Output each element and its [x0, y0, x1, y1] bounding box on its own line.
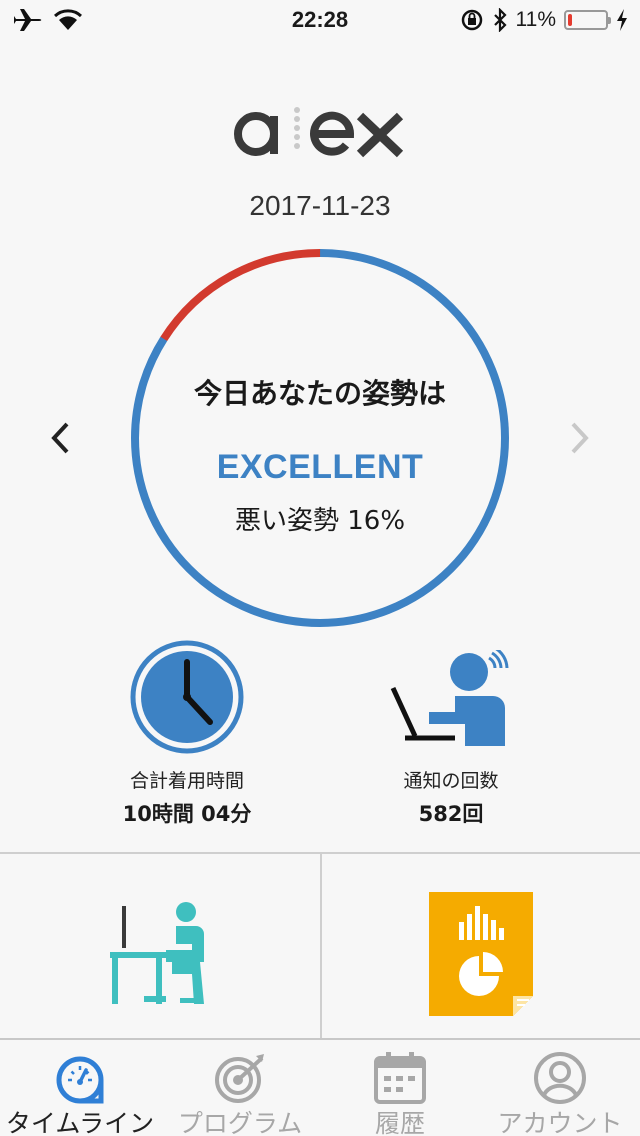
tab-account[interactable]: アカウント	[480, 1040, 640, 1136]
notifications-label: 通知の回数	[403, 770, 499, 792]
chevron-left-icon	[51, 422, 69, 454]
battery-icon	[564, 10, 611, 30]
person-laptop-icon	[390, 650, 509, 746]
chevron-right-icon	[571, 422, 589, 454]
previous-day-button[interactable]	[40, 418, 80, 458]
bluetooth-icon	[493, 8, 507, 32]
status-bar: 22:28 11%	[0, 0, 640, 40]
report-tile[interactable]	[320, 854, 640, 1040]
clock-icon	[130, 640, 244, 754]
orientation-lock-icon	[461, 9, 482, 31]
notifications-stat: 通知の回数 582回	[321, 650, 581, 830]
app-logo	[0, 100, 640, 170]
account-icon	[534, 1052, 586, 1104]
tab-bar: タイムライン プログラム 履歴 アカウント	[0, 1038, 640, 1136]
wear-time-label: 合計着用時間	[129, 770, 244, 792]
feature-tiles	[0, 852, 640, 1040]
charging-bolt-icon	[617, 9, 627, 31]
battery-level	[568, 14, 572, 26]
desk-posture-icon	[110, 902, 204, 1004]
posture-ring	[131, 249, 509, 627]
battery-percent: 11%	[515, 8, 556, 31]
posture-gauge: 今日あなたの姿勢は EXCELLENT 悪い姿勢 16%	[130, 248, 510, 628]
program-tile[interactable]	[0, 854, 320, 1040]
status-right: 11%	[460, 6, 628, 34]
calendar-icon	[374, 1052, 426, 1104]
date-label: 2017-11-23	[249, 190, 391, 221]
tab-account-label: アカウント	[497, 1109, 623, 1136]
wear-time-stat: 合計着用時間 10時間 04分	[57, 640, 317, 830]
tab-timeline[interactable]: タイムライン	[0, 1040, 160, 1136]
target-icon	[215, 1054, 264, 1103]
gauge-icon	[56, 1056, 104, 1104]
tab-history[interactable]: 履歴	[320, 1040, 480, 1136]
next-day-button[interactable]	[560, 418, 600, 458]
alex-logo-icon	[234, 107, 404, 158]
posture-title: 今日あなたの姿勢は	[193, 377, 446, 410]
report-chart-icon	[429, 892, 533, 1016]
wear-time-value: 10時間 04分	[122, 802, 252, 826]
bad-posture-text: 悪い姿勢 16%	[234, 506, 406, 536]
tab-program[interactable]: プログラム	[160, 1040, 320, 1136]
posture-rating: EXCELLENT	[216, 448, 424, 486]
notifications-value: 582回	[418, 802, 484, 826]
